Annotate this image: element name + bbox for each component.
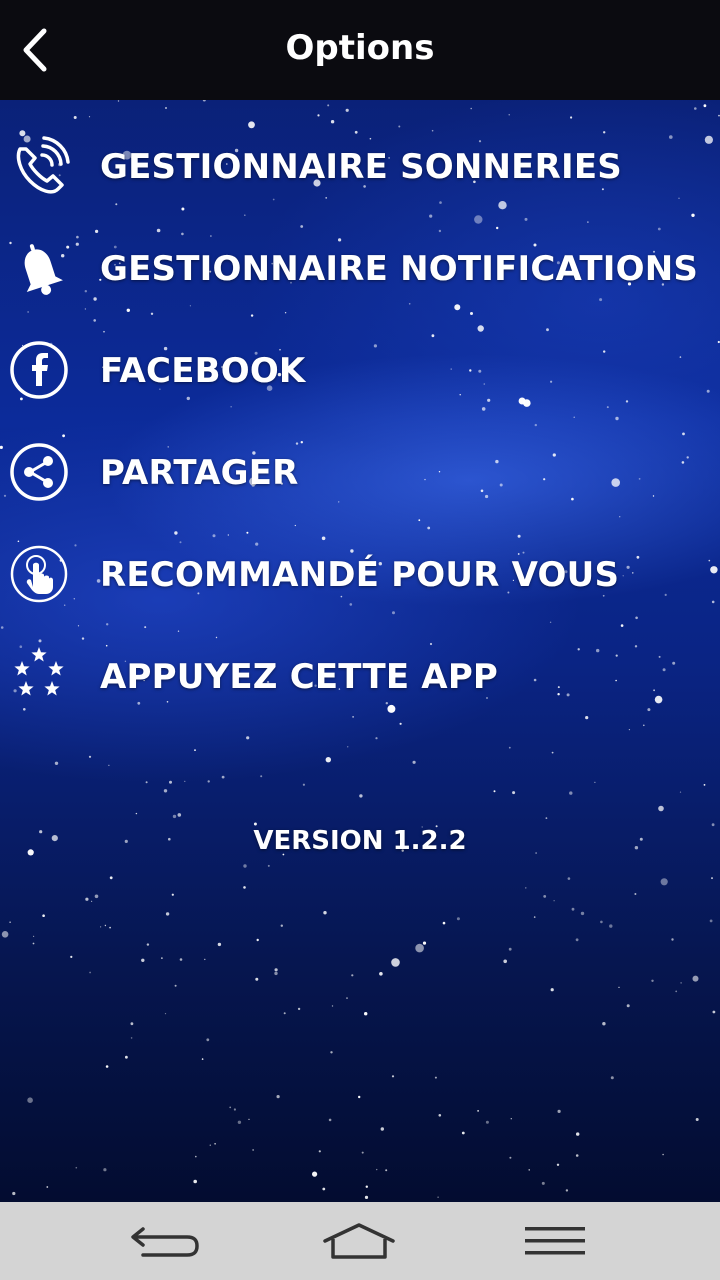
menu-item-label: GESTIONNAIRE SONNERIES [100,147,622,187]
menu-item-label: GESTIONNAIRE NOTIFICATIONS [100,249,699,289]
menu-item-ringtones[interactable]: GESTIONNAIRE SONNERIES [0,115,720,215]
menu-item-share[interactable]: PARTAGER [0,421,720,521]
system-nav-bar [0,1202,720,1280]
nav-home-button[interactable] [314,1216,404,1266]
hamburger-menu-icon [525,1227,585,1255]
menu-item-notifications[interactable]: GESTIONNAIRE NOTIFICATIONS [0,217,720,317]
version-text: VERSION 1.2.2 [253,826,467,856]
app-bar: Options [0,0,720,100]
share-icon [8,441,70,503]
menu-item-label: PARTAGER [100,453,299,493]
menu-item-label: RECOMMANDÉ POUR VOUS [100,555,620,595]
bell-icon [8,237,70,299]
touch-hand-icon [8,543,70,605]
menu-item-facebook[interactable]: FACEBOOK [0,319,720,419]
page-title: Options [285,28,435,68]
back-arrow-icon [131,1227,199,1257]
nav-menu-button[interactable] [510,1216,600,1266]
phone-ringing-icon [8,135,70,197]
stars-icon [8,645,70,707]
menu-item-rate-app[interactable]: APPUYEZ CETTE APP [0,625,720,725]
menu-item-recommended[interactable]: RECOMMANDÉ POUR VOUS [0,523,720,623]
menu-item-label: APPUYEZ CETTE APP [100,657,499,697]
nav-back-button[interactable] [120,1216,210,1266]
menu-item-label: FACEBOOK [100,351,306,391]
home-icon [323,1223,395,1259]
back-button[interactable] [10,20,60,80]
chevron-left-icon [23,28,47,72]
facebook-icon [8,339,70,401]
